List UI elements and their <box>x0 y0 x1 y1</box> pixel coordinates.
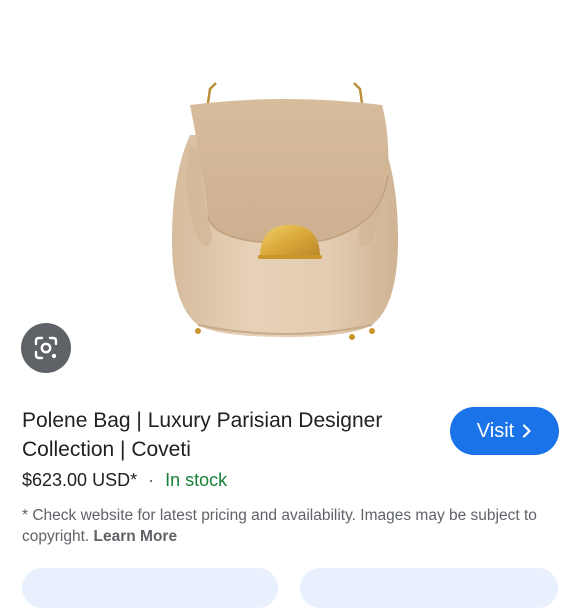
google-lens-icon <box>34 336 58 360</box>
disclaimer-text: * Check website for latest pricing and a… <box>22 505 562 547</box>
product-title[interactable]: Polene Bag | Luxury Parisian Designer Co… <box>22 406 427 464</box>
action-chip-right[interactable] <box>300 568 558 608</box>
chevron-right-icon <box>523 424 531 438</box>
separator-dot: · <box>148 470 155 490</box>
product-image-area <box>0 0 580 390</box>
google-lens-button[interactable] <box>21 323 71 373</box>
stock-status: In stock <box>165 470 228 490</box>
product-price: $623.00 USD* <box>22 470 138 490</box>
visit-button[interactable]: Visit <box>450 407 559 455</box>
action-chip-left[interactable] <box>22 568 278 608</box>
product-image <box>172 82 398 340</box>
price-row: $623.00 USD* · In stock <box>22 470 227 491</box>
learn-more-link[interactable]: Learn More <box>94 528 178 545</box>
product-info-panel: Polene Bag | Luxury Parisian Designer Co… <box>0 390 580 580</box>
visit-button-label: Visit <box>476 419 515 442</box>
